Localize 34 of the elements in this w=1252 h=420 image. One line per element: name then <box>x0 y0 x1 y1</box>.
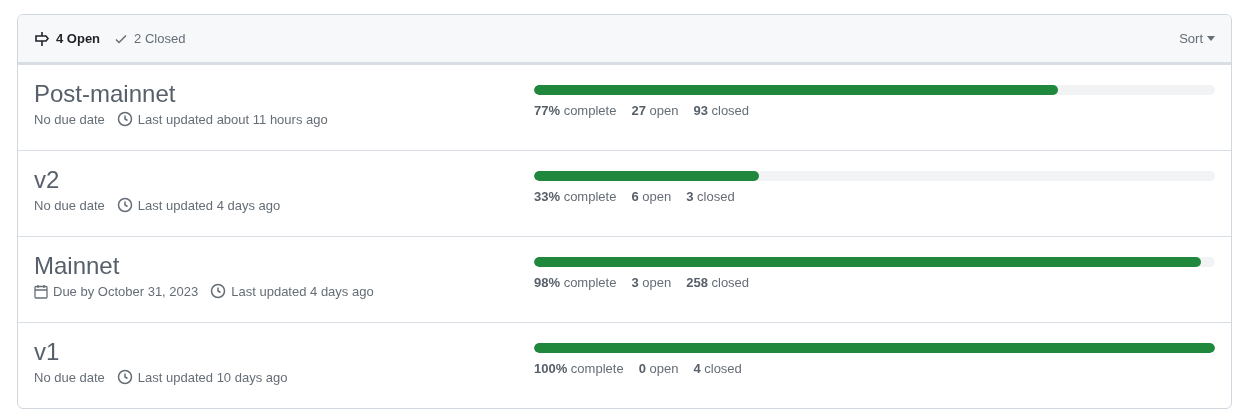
progress-stat: 258 closed <box>686 275 750 290</box>
milestone-title[interactable]: v2 <box>34 165 60 195</box>
updated-text: Last updated about 11 hours ago <box>137 111 328 127</box>
milestone-title[interactable]: Mainnet <box>34 251 120 281</box>
progress-stat: 98% complete <box>534 275 617 290</box>
progress-stat: 77% complete <box>534 103 617 118</box>
milestone-title[interactable]: Post-mainnet <box>34 79 176 109</box>
signpost-icon <box>34 30 50 47</box>
filter-tab[interactable]: 4 Open <box>34 30 101 47</box>
caret-icon <box>1207 36 1215 41</box>
updated-text: Last updated 4 days ago <box>231 283 374 299</box>
updated-text: Last updated 4 days ago <box>137 197 281 213</box>
progress-stat: 3 closed <box>686 189 735 204</box>
progress-stat: 93 closed <box>693 103 750 118</box>
progress-stat: 3 open <box>631 275 672 290</box>
calendar-icon <box>34 283 48 299</box>
progress-stat: 0 open <box>638 361 679 376</box>
progress-stat: 33% complete <box>534 189 617 204</box>
progress-stat: 100% complete <box>534 361 624 376</box>
clock-icon <box>116 369 133 385</box>
progress-stat: 4 closed <box>693 361 742 376</box>
sort-button[interactable]: Sort <box>1179 31 1215 46</box>
due-text: No due date <box>34 369 105 385</box>
milestone-title[interactable]: v1 <box>34 337 60 367</box>
filter-tab[interactable]: 2 Closed <box>114 31 186 46</box>
updated-text: Last updated 10 days ago <box>137 369 288 385</box>
clock-icon <box>210 283 227 299</box>
progress-stat: 6 open <box>631 189 672 204</box>
clock-icon <box>116 197 133 213</box>
due-text: Due by October 31, 2023 <box>53 283 199 299</box>
due-text: No due date <box>34 197 105 213</box>
due-text: No due date <box>34 111 105 127</box>
progress-stat: 27 open <box>631 103 679 118</box>
clock-icon <box>116 111 133 127</box>
